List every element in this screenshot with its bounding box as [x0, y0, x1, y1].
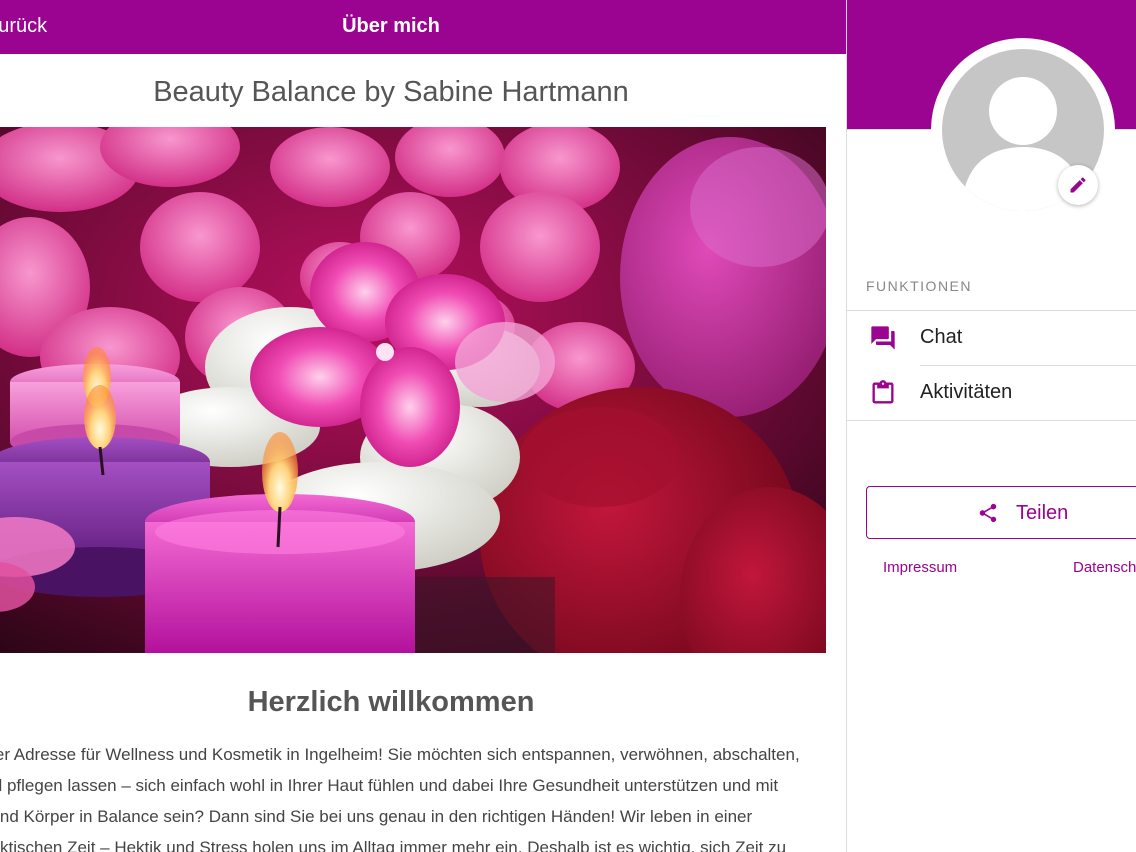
intro-text: Willkommen bei Ihrer Adresse für Wellnes…	[0, 739, 830, 852]
section-label-functions: FUNKTIONEN	[866, 278, 972, 294]
intro-text-line: Ihrem Geist und Körper in Balance sein? …	[0, 807, 753, 826]
chat-icon	[871, 326, 895, 350]
main-content: Zurück Über mich Beauty Balance by Sabin…	[0, 0, 846, 852]
top-bar-title: Über mich	[342, 15, 440, 37]
impressum-link[interactable]: Impressum	[883, 559, 957, 576]
intro-text-line: sich professionell pflegen lassen – sich…	[0, 776, 779, 795]
pencil-icon	[1070, 177, 1086, 193]
sidebar-item-label: Aktivitäten	[920, 381, 1013, 403]
divider	[847, 420, 1136, 421]
share-button-label: Teilen	[1016, 502, 1069, 524]
top-bar: Zurück Über mich	[0, 0, 846, 54]
sidebar-item-chat[interactable]: Chat	[847, 310, 1136, 365]
sidebar: FUNKTIONEN Chat Aktivitäten Teilen Impre…	[847, 0, 1136, 852]
share-button[interactable]: Teilen	[866, 486, 1136, 539]
clipboard-icon	[872, 380, 894, 404]
edit-avatar-button[interactable]	[1058, 165, 1098, 205]
intro-text-line: schnelllebigen, hektischen Zeit – Hektik…	[0, 838, 787, 852]
datenschutz-link[interactable]: Datenschutz	[1073, 559, 1136, 576]
sidebar-item-activities[interactable]: Aktivitäten	[847, 365, 1136, 420]
share-icon	[979, 503, 997, 523]
sidebar-item-label: Chat	[920, 326, 963, 348]
page-title: Beauty Balance by Sabine Hartmann	[153, 76, 629, 108]
hero-image	[0, 127, 826, 653]
welcome-heading: Herzlich willkommen	[247, 686, 535, 718]
intro-text-line: Willkommen bei Ihrer Adresse für Wellnes…	[0, 745, 800, 764]
